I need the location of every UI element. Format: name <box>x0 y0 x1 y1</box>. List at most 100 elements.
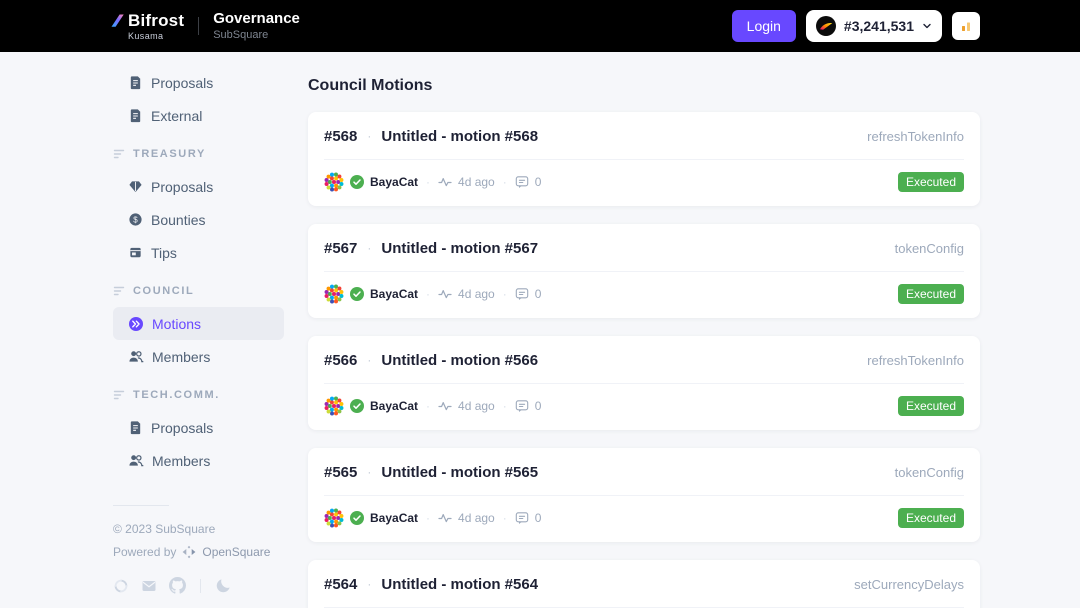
motion-author[interactable]: BayaCat <box>370 399 418 413</box>
motion-list: #568 · Untitled - motion #568 refreshTokenI… <box>308 112 980 608</box>
motion-author[interactable]: BayaCat <box>370 511 418 525</box>
motion-call-label: setCurrencyDelays <box>854 577 964 592</box>
card-divider <box>324 271 964 272</box>
dot-separator: · <box>367 465 372 479</box>
card-icon <box>128 245 143 260</box>
motion-card-top: #564 · Untitled - motion #564 setCurrencyDe… <box>324 574 964 595</box>
sidebar-item-motions[interactable]: Motions <box>113 307 284 340</box>
verified-check-icon <box>350 511 364 525</box>
dot-separator: · <box>502 287 507 301</box>
brand-name: Bifrost <box>128 10 185 30</box>
copyright-text: © 2023 SubSquare <box>113 522 216 536</box>
section-label: COUNCIL <box>133 284 195 297</box>
motions-icon <box>128 316 144 332</box>
dot-separator: · <box>502 175 507 189</box>
header-actions: Login #3,241,531 <box>731 10 980 42</box>
sidebar-item-label: Members <box>152 452 211 469</box>
sidebar-item-proposals[interactable]: Proposals <box>113 411 284 444</box>
motion-age: 4d ago <box>458 175 495 189</box>
sidebar-item-label: Tips <box>151 244 177 261</box>
motion-id: #566 <box>324 352 358 369</box>
brand[interactable]: Bifrost Kusama Governance SubSquare <box>110 11 300 41</box>
motion-title-wrap: #568 · Untitled - motion #568 <box>324 126 538 147</box>
github-icon[interactable] <box>169 577 186 594</box>
dot-separator: · <box>426 511 431 525</box>
sidebar-item-proposals[interactable]: Proposals <box>113 66 284 99</box>
motion-id: #565 <box>324 464 358 481</box>
stats-button[interactable] <box>952 12 980 40</box>
members-icon <box>128 453 144 468</box>
motion-title: Untitled - motion #565 <box>381 464 539 481</box>
motion-title: Untitled - motion #566 <box>381 352 539 369</box>
moon-icon[interactable] <box>215 577 232 594</box>
dot-separator: · <box>502 511 507 525</box>
powered-by[interactable]: Powered by OpenSquare <box>113 545 284 559</box>
motion-call-label: tokenConfig <box>894 241 964 256</box>
sidebar-item-members[interactable]: Members <box>113 340 284 373</box>
motion-title: Untitled - motion #568 <box>381 128 539 145</box>
comment-icon <box>515 287 529 301</box>
powered-brand-name: OpenSquare <box>202 545 271 559</box>
motion-card-top: #568 · Untitled - motion #568 refreshTokenI… <box>324 126 964 147</box>
motion-id: #564 <box>324 576 358 593</box>
motion-card-top: #566 · Untitled - motion #566 refreshTokenI… <box>324 350 964 371</box>
sidebar-item-label: Motions <box>152 315 202 332</box>
block-number: #3,241,531 <box>843 18 914 34</box>
sidebar-item-bounties[interactable]: $ Bounties <box>113 203 284 236</box>
motion-author[interactable]: BayaCat <box>370 287 418 301</box>
opensquare-logo-icon <box>181 545 197 559</box>
sidebar-item-members[interactable]: Members <box>113 444 284 477</box>
motion-meta: BayaCat · 4d ago · 0 Executed <box>324 508 964 528</box>
sidebar-item-external[interactable]: External <box>113 99 284 132</box>
card-divider <box>324 495 964 496</box>
avatar <box>324 396 344 416</box>
members-icon <box>128 349 144 364</box>
block-number-dropdown[interactable]: #3,241,531 <box>805 10 942 42</box>
motion-card[interactable]: #564 · Untitled - motion #564 setCurrencyDe… <box>308 560 980 608</box>
element-icon[interactable] <box>113 578 129 594</box>
login-button[interactable]: Login <box>731 10 796 42</box>
sidebar-item-proposals[interactable]: Proposals <box>113 170 284 203</box>
motion-meta: BayaCat · 4d ago · 0 Executed <box>324 396 964 416</box>
motion-card[interactable]: #567 · Untitled - motion #567 tokenConfig Ba… <box>308 224 980 318</box>
motion-call-label: refreshTokenInfo <box>867 129 964 144</box>
social-links <box>113 577 284 594</box>
dot-separator: · <box>426 399 431 413</box>
motion-card[interactable]: #566 · Untitled - motion #566 refreshTokenI… <box>308 336 980 430</box>
motion-age: 4d ago <box>458 399 495 413</box>
pulse-icon <box>438 287 452 301</box>
motion-title-wrap: #565 · Untitled - motion #565 <box>324 462 538 483</box>
section-label: TECH.COMM. <box>133 388 220 401</box>
sidebar-item-label: Proposals <box>151 419 214 436</box>
motion-card[interactable]: #565 · Untitled - motion #565 tokenConfig Ba… <box>308 448 980 542</box>
page-container: Proposals External TREASURY Proposals $ Bount… <box>100 52 980 608</box>
avatar <box>324 284 344 304</box>
mail-icon[interactable] <box>141 578 157 594</box>
svg-text:$: $ <box>133 215 138 224</box>
sidebar-nav: Proposals External TREASURY Proposals $ Bount… <box>100 66 284 477</box>
bifrost-logo: Bifrost Kusama <box>110 12 184 41</box>
motion-age: 4d ago <box>458 287 495 301</box>
brand-divider <box>198 17 200 35</box>
motion-meta: BayaCat · 4d ago · 0 Executed <box>324 284 964 304</box>
sidebar-section-tech-comm: TECH.COMM. <box>100 378 284 411</box>
sidebar-item-label: Proposals <box>151 178 214 195</box>
sidebar-section-council: COUNCIL <box>100 274 284 307</box>
bar-chart-icon <box>959 19 973 33</box>
sidebar-item-tips[interactable]: Tips <box>113 236 284 269</box>
brand-network: Kusama <box>128 30 164 41</box>
dot-separator: · <box>367 241 372 255</box>
comment-icon <box>515 511 529 525</box>
motion-card[interactable]: #568 · Untitled - motion #568 refreshTokenI… <box>308 112 980 206</box>
pulse-icon <box>438 399 452 413</box>
list-icon <box>113 148 125 160</box>
diamond-icon <box>128 179 143 194</box>
motion-title: Untitled - motion #564 <box>381 576 539 593</box>
platform-name: SubSquare <box>213 29 269 41</box>
page-title: Council Motions <box>308 77 433 94</box>
status-badge: Executed <box>897 284 964 304</box>
app-name: Governance <box>213 10 300 27</box>
sidebar-item-label: Bounties <box>151 211 206 228</box>
motion-author[interactable]: BayaCat <box>370 175 418 189</box>
motion-call-label: tokenConfig <box>894 465 964 480</box>
